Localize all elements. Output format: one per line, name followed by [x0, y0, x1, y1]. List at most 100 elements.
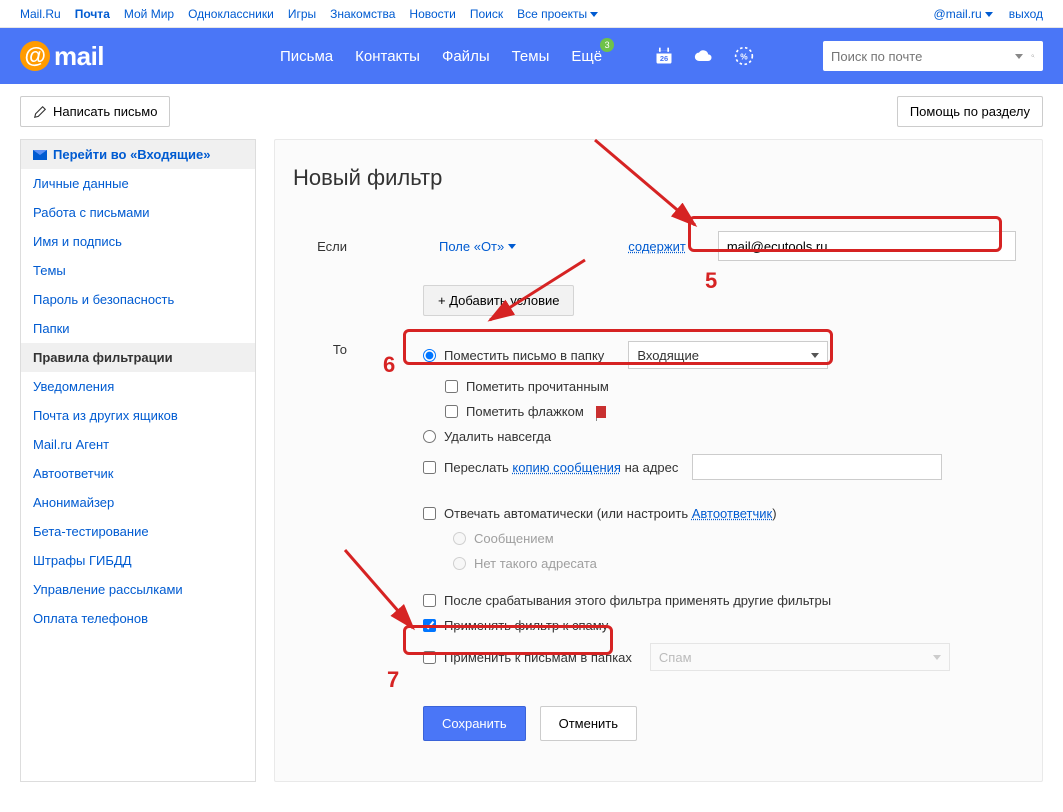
to-label: То: [293, 336, 353, 676]
search-box[interactable]: [823, 41, 1043, 71]
nav-contacts[interactable]: Контакты: [355, 48, 420, 65]
compose-button[interactable]: Написать письмо: [20, 96, 170, 127]
sidebar-item-folders[interactable]: Папки: [21, 314, 255, 343]
sidebar-item-other-mail[interactable]: Почта из других ящиков: [21, 401, 255, 430]
notification-badge: 3: [600, 38, 614, 52]
apply-folders-label: Применить к письмам в папках: [444, 650, 632, 665]
sidebar-item-letters[interactable]: Работа с письмами: [21, 198, 255, 227]
sidebar-item-autoresponder[interactable]: Автоответчик: [21, 459, 255, 488]
button-row: Сохранить Отменить: [423, 706, 1024, 741]
help-button[interactable]: Помощь по разделу: [897, 96, 1043, 127]
envelope-icon: [33, 150, 47, 160]
calendar-icon[interactable]: 26: [654, 46, 674, 66]
action-mark-read: Пометить прочитанным: [445, 374, 1024, 399]
topbar-right: @mail.ru выход: [934, 7, 1043, 21]
action-apply-folders: Применить к письмам в папках Спам: [423, 638, 1024, 676]
topbar-link-moimir[interactable]: Мой Мир: [124, 7, 174, 21]
contains-dropdown[interactable]: содержит: [628, 239, 686, 254]
sidebar-item-notifications[interactable]: Уведомления: [21, 372, 255, 401]
folder-select[interactable]: Входящие: [628, 341, 828, 369]
nav-themes[interactable]: Темы: [512, 48, 550, 65]
checkbox-apply-others[interactable]: [423, 594, 436, 607]
mark-flag-label: Пометить флажком: [466, 404, 584, 419]
cancel-button[interactable]: Отменить: [540, 706, 637, 741]
checkbox-apply-spam[interactable]: [423, 619, 436, 632]
autoresponder-link[interactable]: Автоответчик: [692, 506, 772, 521]
sidebar-item-security[interactable]: Пароль и безопасность: [21, 285, 255, 314]
nav-more[interactable]: Ещё 3: [571, 48, 602, 65]
logout-link[interactable]: выход: [1009, 7, 1043, 21]
sidebar-item-signature[interactable]: Имя и подпись: [21, 227, 255, 256]
if-label: Если: [293, 239, 353, 254]
apply-folders-value: Спам: [659, 650, 692, 665]
caret-down-icon: [985, 12, 993, 17]
action-reply-message: Сообщением: [453, 526, 1024, 551]
field-from-label: Поле «От»: [439, 239, 504, 254]
checkbox-apply-folders[interactable]: [423, 651, 436, 664]
action-bar: Написать письмо Помощь по разделу: [0, 84, 1063, 139]
main-header: @ mail Письма Контакты Файлы Темы Ещё 3 …: [0, 28, 1063, 84]
nav-letters[interactable]: Письма: [280, 48, 333, 65]
flag-icon: [596, 406, 606, 418]
mark-read-label: Пометить прочитанным: [466, 379, 609, 394]
search-icon[interactable]: [1031, 48, 1035, 64]
caret-down-icon: [508, 244, 516, 249]
topbar-link-mailru[interactable]: Mail.Ru: [20, 7, 61, 21]
checkbox-mark-read[interactable]: [445, 380, 458, 393]
apply-spam-label: Применять фильтр к спаму: [444, 618, 608, 633]
copy-message-link[interactable]: копию сообщения: [512, 460, 621, 475]
page-title: Новый фильтр: [293, 165, 1024, 191]
checkbox-autoreply[interactable]: [423, 507, 436, 520]
percent-icon[interactable]: %: [734, 46, 754, 66]
topbar-link-all[interactable]: Все проекты: [517, 7, 598, 21]
checkbox-forward[interactable]: [423, 461, 436, 474]
sidebar-item-filters[interactable]: Правила фильтрации: [21, 343, 255, 372]
save-button[interactable]: Сохранить: [423, 706, 526, 741]
radio-move-folder[interactable]: [423, 349, 436, 362]
checkbox-mark-flag[interactable]: [445, 405, 458, 418]
topbar-link-search[interactable]: Поиск: [470, 7, 503, 21]
compose-label: Написать письмо: [53, 104, 157, 119]
reply-message-label: Сообщением: [474, 531, 554, 546]
topbar-link-news[interactable]: Новости: [409, 7, 455, 21]
action-forward: Переслать копию сообщения на адрес: [423, 449, 1024, 485]
radio-delete-forever[interactable]: [423, 430, 436, 443]
sidebar-item-themes[interactable]: Темы: [21, 256, 255, 285]
sidebar-item-beta[interactable]: Бета-тестирование: [21, 517, 255, 546]
sidebar: Перейти во «Входящие» Личные данные Рабо…: [20, 139, 256, 782]
cloud-icon[interactable]: [694, 46, 714, 66]
search-input[interactable]: [831, 49, 1007, 64]
sidebar-goto-inbox[interactable]: Перейти во «Входящие»: [21, 140, 255, 169]
main-nav: Письма Контакты Файлы Темы Ещё 3 26 %: [280, 46, 754, 66]
caret-down-icon[interactable]: [1015, 54, 1023, 59]
add-condition-button[interactable]: + Добавить условие: [423, 285, 574, 316]
sidebar-item-agent[interactable]: Mail.ru Агент: [21, 430, 255, 459]
sidebar-item-personal[interactable]: Личные данные: [21, 169, 255, 198]
topbar-link-mail[interactable]: Почта: [75, 7, 110, 21]
topbar: Mail.Ru Почта Мой Мир Одноклассники Игры…: [0, 0, 1063, 28]
sidebar-item-fines[interactable]: Штрафы ГИБДД: [21, 546, 255, 575]
condition-value-input[interactable]: [718, 231, 1016, 261]
action-autoreply: Отвечать автоматически (или настроить Ав…: [423, 501, 1024, 526]
sidebar-item-anonymizer[interactable]: Анонимайзер: [21, 488, 255, 517]
radio-reply-message: [453, 532, 466, 545]
topbar-link-games[interactable]: Игры: [288, 7, 316, 21]
move-folder-label: Поместить письмо в папку: [444, 348, 604, 363]
logo[interactable]: @ mail: [20, 41, 280, 72]
nav-icons: 26 %: [654, 46, 754, 66]
sidebar-item-payments[interactable]: Оплата телефонов: [21, 604, 255, 633]
caret-down-icon: [590, 12, 598, 17]
user-email-link[interactable]: @mail.ru: [934, 7, 993, 21]
action-apply-others: После срабатывания этого фильтра применя…: [423, 588, 1024, 613]
field-from-dropdown[interactable]: Поле «От»: [439, 239, 516, 254]
action-apply-spam: Применять фильтр к спаму: [423, 613, 1024, 638]
topbar-link-dating[interactable]: Знакомства: [330, 7, 395, 21]
forward-address-input[interactable]: [692, 454, 942, 480]
delete-forever-label: Удалить навсегда: [444, 429, 551, 444]
sidebar-item-label: Перейти во «Входящие»: [53, 147, 210, 162]
nav-files[interactable]: Файлы: [442, 48, 490, 65]
topbar-link-ok[interactable]: Одноклассники: [188, 7, 274, 21]
sidebar-item-subscriptions[interactable]: Управление рассылками: [21, 575, 255, 604]
annotation-number-5: 5: [705, 268, 717, 294]
autoreply-label: Отвечать автоматически (или настроить Ав…: [444, 506, 777, 521]
